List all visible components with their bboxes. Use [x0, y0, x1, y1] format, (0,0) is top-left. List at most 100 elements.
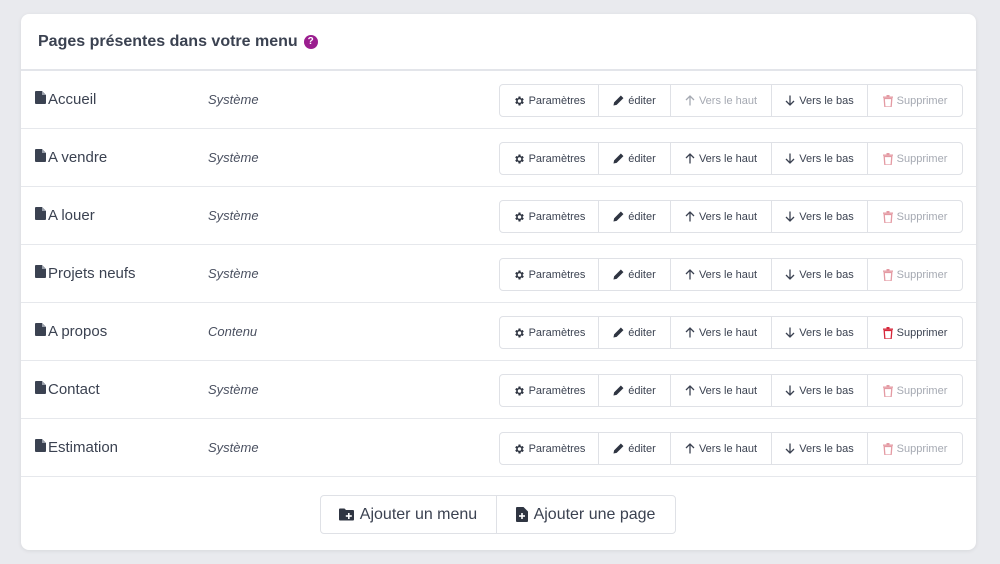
row-actions: Paramètres éditer Vers le haut Vers le b… [499, 374, 963, 407]
trash-icon [882, 268, 897, 281]
move-down-button[interactable]: Vers le bas [772, 85, 868, 116]
parameters-button[interactable]: Paramètres [500, 85, 599, 116]
page-type: Système [208, 266, 259, 281]
arrow-down-icon [785, 269, 799, 280]
page-name-label: A vendre [48, 149, 108, 166]
parameters-button[interactable]: Paramètres [500, 143, 599, 174]
page-name-label: Contact [48, 381, 100, 398]
page-name-label: Accueil [48, 91, 97, 108]
move-up-button[interactable]: Vers le haut [671, 375, 772, 406]
add-menu-button[interactable]: Ajouter un menu [321, 496, 497, 533]
delete-label: Supprimer [896, 442, 948, 455]
parameters-button[interactable]: Paramètres [500, 433, 599, 464]
edit-label: éditer [628, 384, 656, 397]
page-name-label: A louer [48, 207, 95, 224]
edit-button[interactable]: éditer [599, 85, 671, 116]
file-icon [35, 91, 48, 108]
arrow-down-icon [785, 327, 799, 338]
edit-button[interactable]: éditer [599, 201, 671, 232]
page-row: Projets neufs Système Paramètres éditer … [21, 245, 976, 303]
page-type: Système [208, 208, 259, 223]
card-title: Pages présentes dans votre menu ? [38, 33, 318, 51]
edit-button[interactable]: éditer [599, 375, 671, 406]
edit-label: éditer [628, 152, 656, 165]
move-down-button[interactable]: Vers le bas [772, 433, 868, 464]
page-name: Contact [35, 381, 100, 398]
folder-plus-icon [338, 508, 354, 521]
edit-button[interactable]: éditer [599, 259, 671, 290]
row-actions: Paramètres éditer Vers le haut Vers le b… [499, 432, 963, 465]
arrow-down-icon [785, 153, 799, 164]
edit-button[interactable]: éditer [599, 317, 671, 348]
parameters-label: Paramètres [528, 94, 586, 107]
delete-label: Supprimer [896, 210, 948, 223]
parameters-label: Paramètres [528, 326, 586, 339]
trash-icon [882, 152, 897, 165]
parameters-button[interactable]: Paramètres [500, 259, 599, 290]
arrow-up-icon [685, 443, 699, 454]
question-circle-icon[interactable]: ? [303, 34, 318, 49]
move-up-button[interactable]: Vers le haut [671, 201, 772, 232]
move-up-button[interactable]: Vers le haut [671, 143, 772, 174]
move-down-button[interactable]: Vers le bas [772, 259, 868, 290]
move-down-button[interactable]: Vers le bas [772, 317, 868, 348]
delete-label: Supprimer [896, 268, 948, 281]
move-down-label: Vers le bas [799, 384, 854, 397]
gear-icon [513, 95, 529, 107]
delete-button[interactable]: Supprimer [868, 433, 962, 464]
edit-label: éditer [628, 326, 656, 339]
page-row: Estimation Système Paramètres éditer Ver… [21, 419, 976, 477]
delete-button[interactable]: Supprimer [868, 317, 962, 348]
delete-label: Supprimer [896, 94, 948, 107]
page-row: A propos Contenu Paramètres éditer Vers … [21, 303, 976, 361]
move-up-button[interactable]: Vers le haut [671, 259, 772, 290]
edit-label: éditer [628, 442, 656, 455]
add-page-button[interactable]: Ajouter une page [497, 496, 675, 533]
move-up-button[interactable]: Vers le haut [671, 433, 772, 464]
edit-button[interactable]: éditer [599, 433, 671, 464]
parameters-button[interactable]: Paramètres [500, 317, 599, 348]
trash-icon [882, 384, 897, 397]
arrow-up-icon [685, 385, 699, 396]
move-down-button[interactable]: Vers le bas [772, 201, 868, 232]
delete-button[interactable]: Supprimer [868, 143, 962, 174]
arrow-down-icon [785, 95, 799, 106]
move-up-label: Vers le haut [698, 384, 758, 397]
move-down-button[interactable]: Vers le bas [772, 143, 868, 174]
card-header: Pages présentes dans votre menu ? [21, 14, 976, 71]
parameters-label: Paramètres [528, 384, 586, 397]
edit-button[interactable]: éditer [599, 143, 671, 174]
add-page-label: Ajouter une page [533, 505, 656, 523]
file-icon [35, 323, 48, 340]
pencil-icon [613, 269, 628, 280]
delete-button[interactable]: Supprimer [868, 201, 962, 232]
page-type: Système [208, 382, 259, 397]
arrow-down-icon [785, 211, 799, 222]
add-menu-label: Ajouter un menu [359, 505, 478, 523]
delete-button[interactable]: Supprimer [868, 375, 962, 406]
move-up-label: Vers le haut [698, 152, 758, 165]
pencil-icon [613, 327, 628, 338]
delete-button[interactable]: Supprimer [868, 85, 962, 116]
card-footer: Ajouter un menu Ajouter une page [21, 495, 976, 534]
file-plus-icon [515, 507, 528, 522]
row-actions: Paramètres éditer Vers le haut Vers le b… [499, 84, 963, 117]
move-down-button[interactable]: Vers le bas [772, 375, 868, 406]
trash-icon [882, 326, 897, 339]
gear-icon [513, 211, 529, 223]
delete-label: Supprimer [896, 384, 948, 397]
gear-icon [513, 443, 529, 455]
file-icon [35, 207, 48, 224]
page-type: Système [208, 440, 259, 455]
delete-button[interactable]: Supprimer [868, 259, 962, 290]
move-up-button[interactable]: Vers le haut [671, 85, 772, 116]
move-up-label: Vers le haut [698, 94, 758, 107]
parameters-button[interactable]: Paramètres [500, 375, 599, 406]
trash-icon [882, 210, 897, 223]
move-down-label: Vers le bas [799, 442, 854, 455]
move-up-button[interactable]: Vers le haut [671, 317, 772, 348]
move-down-label: Vers le bas [799, 326, 854, 339]
parameters-button[interactable]: Paramètres [500, 201, 599, 232]
move-down-label: Vers le bas [799, 152, 854, 165]
parameters-label: Paramètres [528, 210, 586, 223]
